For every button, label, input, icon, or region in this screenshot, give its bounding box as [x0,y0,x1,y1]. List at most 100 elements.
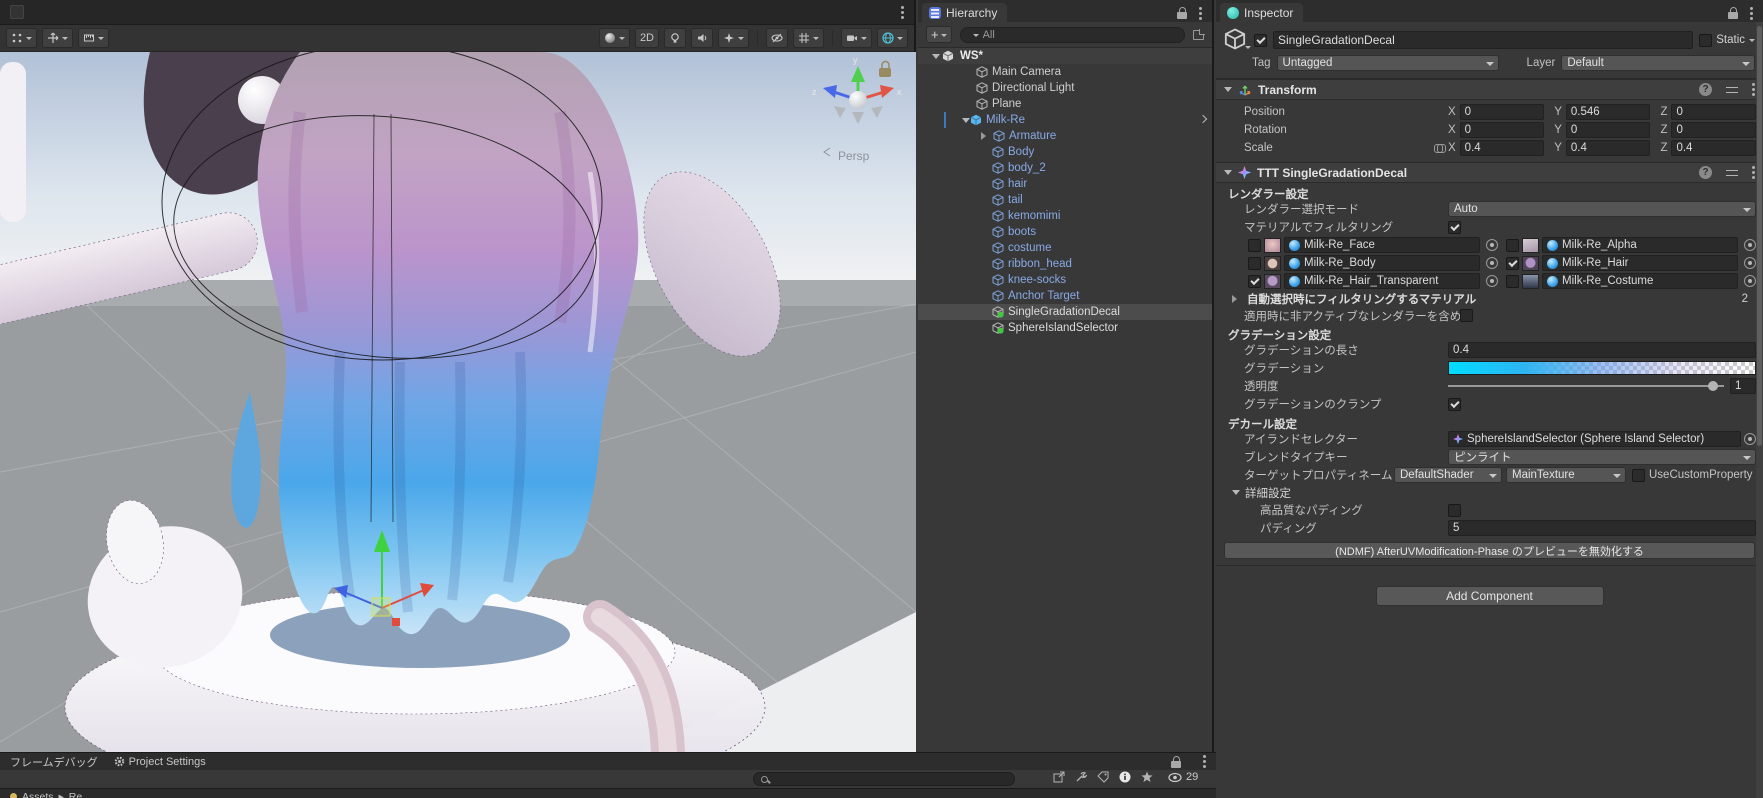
gradient-editor-field[interactable] [1448,361,1756,375]
help-icon[interactable]: ? [1699,83,1712,96]
scale-z-field[interactable]: 0.4 [1671,140,1756,156]
presets-icon[interactable] [1726,168,1738,178]
breadcrumb-current[interactable]: Re [69,791,82,798]
ttt-component-header[interactable]: TTT SingleGradationDecal ? [1216,162,1763,183]
kebab-menu-icon[interactable] [1750,12,1753,15]
add-component-button[interactable]: Add Component [1376,586,1604,606]
renderer-mode-dropdown[interactable]: Auto [1448,201,1756,217]
position-z-field[interactable]: 0 [1671,104,1756,120]
tool-handle-button[interactable] [6,28,37,48]
active-checkbox[interactable] [1254,34,1267,47]
foldout-closed-icon[interactable] [981,132,990,140]
info-icon[interactable] [1119,771,1131,783]
scrollbar-thumb[interactable] [1757,26,1762,446]
rotation-z-field[interactable]: 0 [1671,122,1756,138]
foldout-open-icon[interactable] [1224,170,1232,179]
lock-icon[interactable] [1728,12,1738,19]
grid-dropdown-button[interactable] [793,28,824,48]
kebab-menu-icon[interactable] [1752,171,1755,174]
target-texture-dropdown[interactable]: MainTexture [1506,467,1626,483]
tag-dropdown[interactable]: Untagged [1277,55,1499,71]
slider-knob[interactable] [1708,381,1718,391]
target-shader-dropdown[interactable]: DefaultShader [1394,467,1502,483]
gizmos-globe-button[interactable] [877,28,908,48]
object-picker-icon[interactable] [1486,275,1498,287]
prefab-open-chevron-icon[interactable] [1199,115,1207,123]
hierarchy-item-ribbon-head[interactable]: ribbon_head [918,256,1212,272]
position-y-field[interactable]: 0.546 [1566,104,1651,120]
material-right-checkbox[interactable] [1506,239,1519,252]
camera-settings-button[interactable] [841,28,872,48]
material-left-checkbox[interactable] [1248,257,1261,270]
material-left-checkbox[interactable] [1248,275,1261,288]
kebab-menu-icon[interactable] [1752,88,1755,91]
open-window-icon[interactable] [1053,771,1065,783]
gradation-length-field[interactable]: 0.4 [1448,342,1756,358]
star-icon[interactable] [1141,771,1153,783]
frame-debug-tab[interactable]: フレームデバッグ [10,754,98,770]
static-checkbox[interactable] [1699,34,1712,47]
hierarchy-item-knee-socks[interactable]: knee-socks [918,272,1212,288]
ndmf-disable-preview-button[interactable]: (NDMF) AfterUVModification-Phase のプレビューを… [1224,542,1755,559]
object-picker-icon[interactable] [1744,257,1756,269]
padding-field[interactable]: 5 [1448,520,1756,536]
scale-link-icon[interactable] [1434,144,1446,152]
scene-menu-kebab-icon[interactable] [901,11,904,14]
hierarchy-item-hair[interactable]: hair [918,176,1212,192]
transform-header[interactable]: Transform ? [1216,79,1763,100]
object-picker-icon[interactable] [1744,239,1756,251]
hierarchy-item-directional-light[interactable]: Directional Light [918,80,1212,96]
2d-toggle-button[interactable]: 2D [635,28,659,48]
hierarchy-item-plane[interactable]: Plane [918,96,1212,112]
open-in-window-icon[interactable] [1193,30,1204,40]
project-search-input[interactable] [753,772,1015,786]
object-picker-icon[interactable] [1744,275,1756,287]
kebab-menu-icon[interactable] [1203,760,1206,763]
tab-hierarchy[interactable]: Hierarchy [922,3,1007,22]
auto-filter-row[interactable]: 自動選択時にフィルタリングするマテリアル 2 [1216,290,1763,307]
rotation-x-field[interactable]: 0 [1460,122,1545,138]
hierarchy-item-body-2[interactable]: body_2 [918,160,1212,176]
opacity-value-field[interactable]: 1 [1730,378,1756,394]
hidden-object-count[interactable]: 29 [1168,771,1198,783]
hierarchy-item-costume[interactable]: costume [918,240,1212,256]
lock-icon[interactable] [1177,12,1187,19]
tool-snap-button[interactable] [78,28,109,48]
foldout-open-icon[interactable] [932,54,940,63]
opacity-slider[interactable] [1448,378,1724,394]
material-filter-checkbox[interactable] [1448,221,1461,234]
material-right-checkbox[interactable] [1506,275,1519,288]
tab-inspector[interactable]: Inspector [1220,3,1303,22]
material-field[interactable]: Milk-Re_Alpha [1542,237,1738,253]
scale-y-field[interactable]: 0.4 [1566,140,1651,156]
hierarchy-search-input[interactable]: All [960,27,1185,43]
material-right-checkbox[interactable] [1506,257,1519,270]
include-inactive-checkbox[interactable] [1460,309,1473,322]
kebab-menu-icon[interactable] [1199,12,1202,15]
tool-pivot-button[interactable] [42,28,73,48]
foldout-open-icon[interactable] [962,118,970,127]
inspector-scrollbar[interactable] [1756,22,1763,798]
scale-x-field[interactable]: 0.4 [1460,140,1545,156]
effects-dropdown-button[interactable] [718,28,749,48]
hierarchy-item-single-gradation-decal[interactable]: SingleGradationDecal [918,304,1212,320]
gameobject-name-field[interactable]: SingleGradationDecal [1273,31,1693,49]
material-left-checkbox[interactable] [1248,239,1261,252]
hierarchy-item-anchor-target[interactable]: Anchor Target [918,288,1212,304]
hierarchy-item-tail[interactable]: tail [918,192,1212,208]
layer-dropdown[interactable]: Default [1561,55,1755,71]
hierarchy-item-body[interactable]: Body [918,144,1212,160]
gameobject-icon[interactable] [1224,28,1248,52]
shading-mode-button[interactable] [599,28,630,48]
scene-viewport[interactable]: y x z Persp [0,52,916,752]
object-picker-icon[interactable] [1486,239,1498,251]
hierarchy-item-milk-re[interactable]: Milk-Re [918,112,1212,128]
hierarchy-item-main-camera[interactable]: Main Camera [918,64,1212,80]
hierarchy-item-armature[interactable]: Armature [918,128,1212,144]
hq-padding-checkbox[interactable] [1448,504,1461,517]
object-picker-icon[interactable] [1486,257,1498,269]
scene-tab-nub[interactable] [10,5,24,19]
foldout-closed-icon[interactable] [1232,295,1241,303]
help-icon[interactable]: ? [1699,166,1712,179]
foldout-open-icon[interactable] [1232,490,1240,499]
